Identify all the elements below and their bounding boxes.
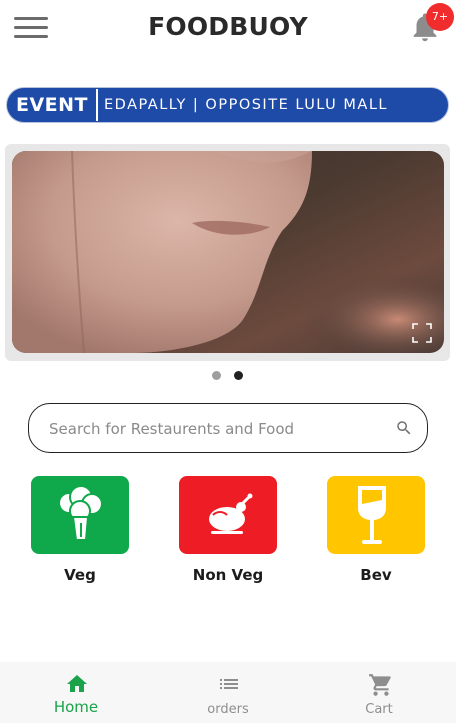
bottom-navigation: Home orders Cart	[0, 662, 456, 723]
carousel-banner-image[interactable]	[12, 151, 444, 353]
broccoli-icon	[58, 485, 103, 541]
notification-badge[interactable]: 7+	[426, 3, 454, 31]
banner-photo	[12, 151, 444, 353]
carousel-dot-1[interactable]	[212, 371, 221, 380]
app-title: FOODBUOY	[148, 12, 308, 41]
nav-cart-label: Cart	[365, 702, 393, 717]
search-icon[interactable]	[395, 419, 413, 437]
category-bev-tile[interactable]	[327, 476, 425, 554]
glass-icon	[358, 486, 386, 544]
list-icon	[220, 679, 238, 689]
nav-orders[interactable]: orders	[173, 662, 283, 723]
category-bev-label: Bev	[360, 566, 392, 584]
category-non-veg-tile[interactable]	[179, 476, 277, 554]
category-veg-label: Veg	[64, 566, 96, 584]
ticker-label: EVENT	[15, 94, 89, 116]
nav-orders-label: orders	[207, 702, 249, 717]
nav-cart[interactable]: Cart	[324, 662, 434, 723]
ticker-text: EDAPALLY | OPPOSITE LULU MALL	[104, 97, 388, 113]
fullscreen-icon[interactable]	[410, 321, 434, 345]
category-veg-tile[interactable]	[31, 476, 129, 554]
category-bev[interactable]: Bev	[327, 476, 425, 584]
category-non-veg[interactable]: Non Veg	[179, 476, 277, 584]
chicken-icon	[209, 493, 253, 534]
home-icon	[67, 675, 87, 692]
category-veg[interactable]: Veg	[31, 476, 129, 584]
ticker-divider	[96, 89, 98, 121]
nav-home[interactable]: Home	[21, 662, 131, 723]
event-ticker[interactable]: EVENT EDAPALLY | OPPOSITE LULU MALL	[6, 87, 449, 123]
app-bar: FOODBUOY 7+	[0, 0, 456, 56]
nav-home-label: Home	[53, 698, 99, 716]
carousel-dot-2[interactable]	[234, 371, 243, 380]
search-bar	[28, 403, 428, 453]
cart-icon	[369, 674, 391, 696]
category-non-veg-label: Non Veg	[192, 566, 264, 584]
search-input[interactable]	[47, 414, 381, 444]
